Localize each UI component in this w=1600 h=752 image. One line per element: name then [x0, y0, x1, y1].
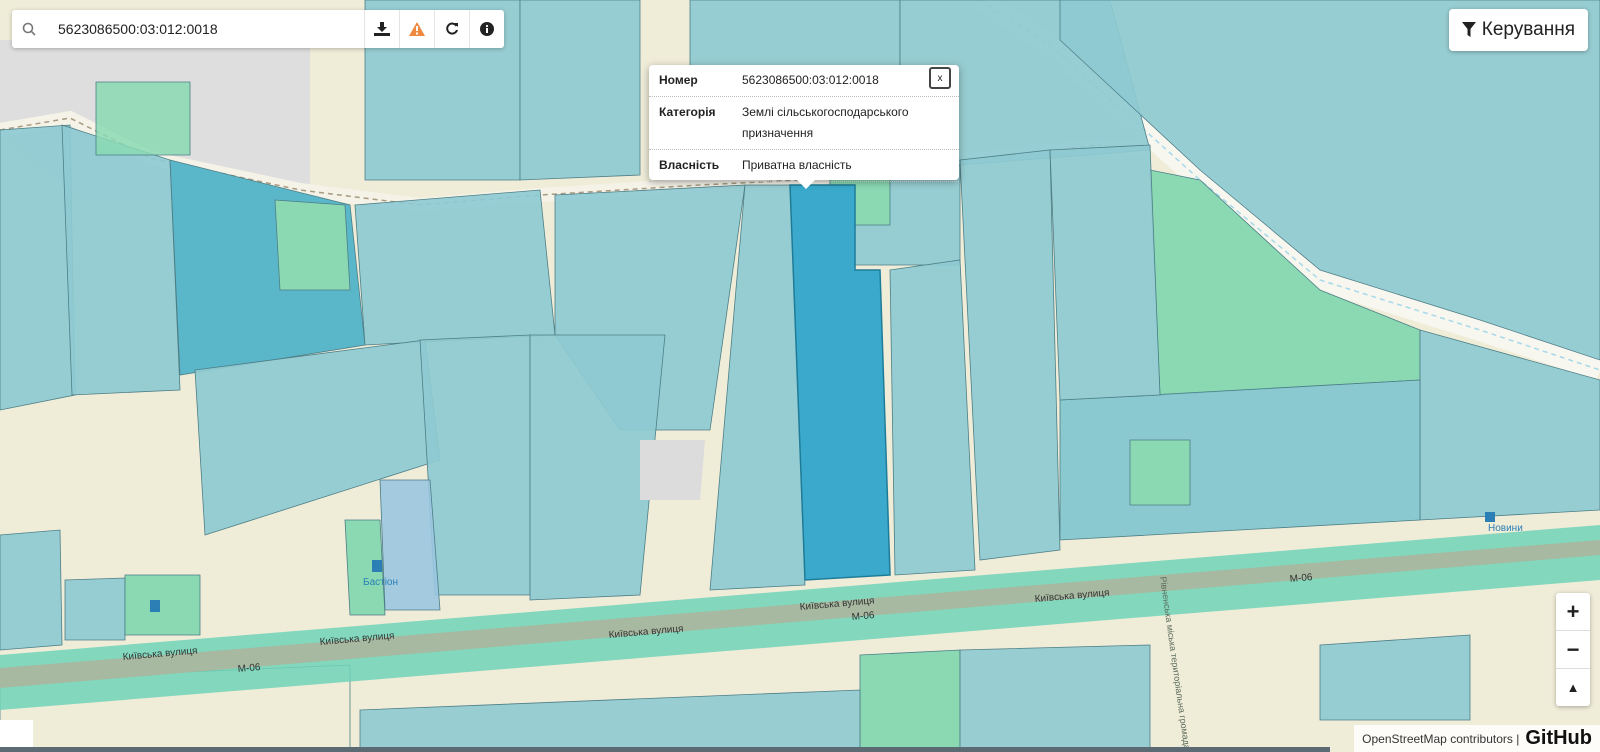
zoom-out-button[interactable]: −	[1556, 631, 1590, 669]
popup-close-button[interactable]: x	[929, 67, 951, 89]
north-arrow-button[interactable]: ▲	[1556, 669, 1590, 706]
search-bar: 5623086500:03:012:0018	[12, 10, 504, 48]
osm-attribution-link[interactable]: OpenStreetMap contributors |	[1362, 732, 1519, 746]
warning-button[interactable]	[399, 10, 434, 48]
download-button[interactable]	[364, 10, 399, 48]
road-ref-2: М-06	[851, 610, 875, 623]
search-input[interactable]: 5623086500:03:012:0018	[46, 21, 364, 37]
popup-key: Категорія	[659, 105, 716, 119]
filter-icon	[1461, 22, 1476, 37]
popup-row-number: Номер 5623086500:03:012:0018	[649, 65, 959, 97]
refresh-button[interactable]	[434, 10, 469, 48]
bus-stop-icon	[1485, 512, 1495, 522]
parcel-popup: x Номер 5623086500:03:012:0018 Категорія…	[649, 65, 959, 189]
info-button[interactable]	[469, 10, 504, 48]
zoom-in-button[interactable]: +	[1556, 593, 1590, 631]
search-icon	[12, 22, 46, 36]
popup-value: Землі сільськогосподарського призначення	[742, 105, 909, 140]
fuel-icon	[150, 600, 160, 612]
road-ref-3: М-06	[1289, 572, 1313, 585]
road-ref-1: М-06	[237, 662, 261, 675]
attribution: OpenStreetMap contributors | GitHub	[1354, 725, 1600, 752]
bus-stop-icon	[372, 560, 382, 572]
download-icon	[374, 22, 390, 36]
popup-value: 5623086500:03:012:0018	[742, 73, 879, 87]
popup-key: Власність	[659, 158, 720, 172]
popup-key: Номер	[659, 73, 698, 87]
popup-row-ownership: Власність Приватна власність	[649, 150, 959, 182]
refresh-icon	[446, 22, 458, 35]
bottom-strip	[0, 747, 1330, 752]
poi-novyny[interactable]: Новини	[1488, 523, 1523, 534]
building-lot	[640, 440, 705, 500]
popup-value: Приватна власність	[742, 158, 852, 172]
controls-label: Керування	[1481, 19, 1575, 40]
github-link[interactable]: GitHub	[1525, 727, 1592, 750]
warning-icon	[409, 22, 425, 36]
poi-bastion[interactable]: Бастіон	[363, 577, 398, 588]
popup-row-category: Категорія Землі сільськогосподарського п…	[649, 97, 959, 150]
zoom-control: + − ▲	[1556, 593, 1590, 706]
controls-button[interactable]: Керування	[1448, 9, 1588, 51]
popup-tip	[797, 180, 815, 189]
info-icon	[480, 22, 494, 36]
